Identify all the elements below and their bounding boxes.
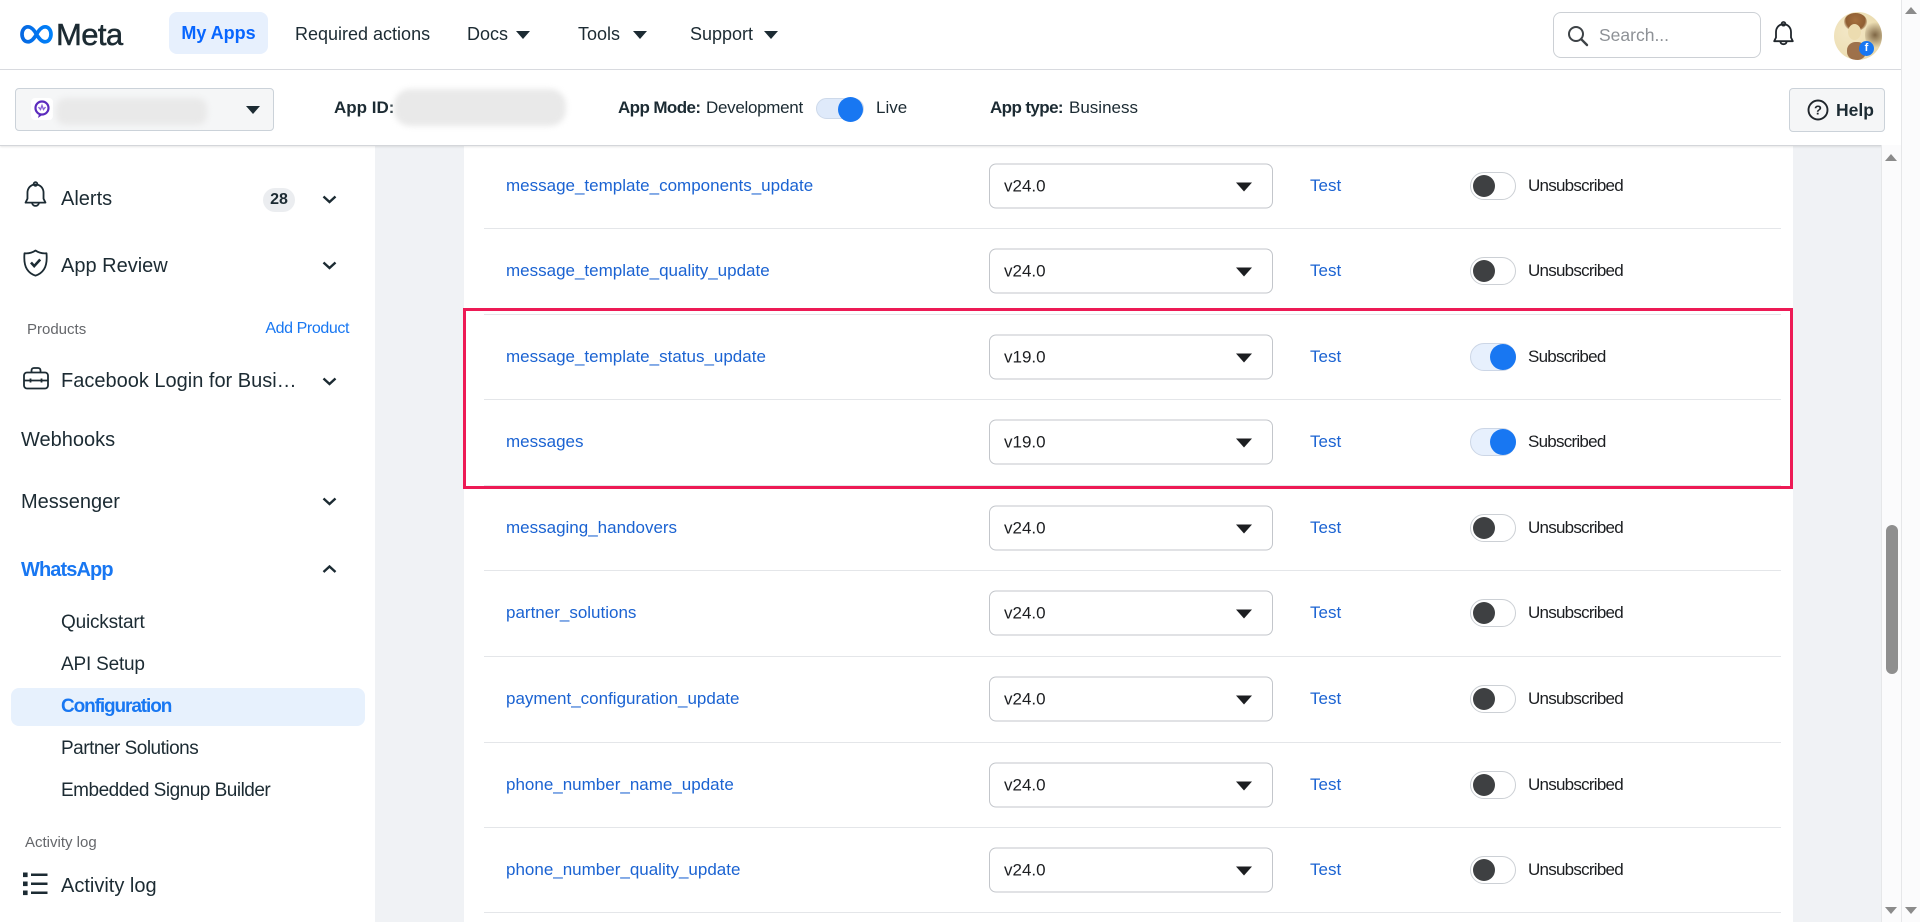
svg-text:?: ? <box>1814 102 1822 117</box>
